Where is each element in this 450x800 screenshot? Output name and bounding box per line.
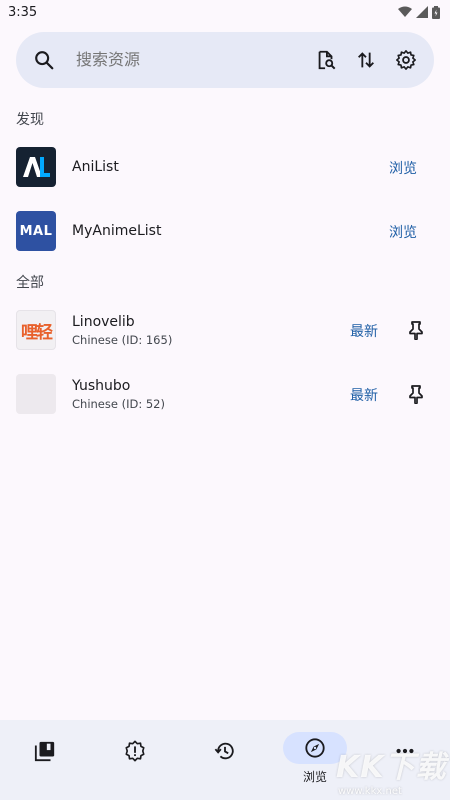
- search-bar[interactable]: [16, 32, 434, 88]
- source-name: Yushubo: [72, 378, 131, 394]
- linovelib-logo-text: 哩轻: [21, 322, 53, 343]
- nav-item-updates[interactable]: [90, 720, 180, 800]
- myanimelist-logo-text: MAL: [19, 223, 53, 239]
- pin-icon[interactable]: [400, 314, 432, 346]
- status-icons: [398, 5, 440, 19]
- nav-label-browse: 浏览: [302, 770, 327, 784]
- wifi-icon: [398, 6, 412, 17]
- source-item-yushubo[interactable]: Yushubo Chinese (ID: 52) 最新: [0, 362, 450, 426]
- global-search-icon[interactable]: [306, 40, 346, 80]
- nav-active-indicator: [283, 732, 347, 764]
- section-header-discover: 发现: [16, 112, 44, 128]
- source-language-id: Chinese (ID: 52): [72, 397, 165, 411]
- pin-icon[interactable]: [400, 378, 432, 410]
- nav-item-more[interactable]: [360, 720, 450, 800]
- migrate-icon[interactable]: [346, 40, 386, 80]
- myanimelist-logo: MAL: [16, 211, 56, 251]
- discover-item-myanimelist[interactable]: MAL MyAnimeList 浏览: [0, 199, 450, 263]
- more-icon: [396, 748, 414, 754]
- latest-button[interactable]: 最新: [350, 321, 378, 341]
- source-language-id: Chinese (ID: 165): [72, 333, 173, 347]
- nav-item-browse[interactable]: 浏览: [270, 720, 360, 800]
- battery-icon: [432, 5, 440, 19]
- library-icon: [34, 741, 55, 762]
- browse-button[interactable]: 浏览: [389, 222, 417, 242]
- source-item-linovelib[interactable]: 哩轻 Linovelib Chinese (ID: 165) 最新: [0, 298, 450, 362]
- source-name: AniList: [72, 159, 119, 175]
- bottom-nav: 浏览: [0, 720, 450, 800]
- browse-compass-icon: [305, 738, 325, 758]
- yushubo-logo: [16, 374, 56, 414]
- settings-icon[interactable]: [386, 40, 426, 80]
- nav-item-history[interactable]: [180, 720, 270, 800]
- latest-button[interactable]: 最新: [350, 385, 378, 405]
- updates-icon: [125, 740, 145, 762]
- anilist-logo: [16, 147, 56, 187]
- section-header-all: 全部: [16, 275, 44, 291]
- signal-icon: [416, 6, 428, 18]
- status-time: 3:35: [8, 4, 38, 20]
- browse-button[interactable]: 浏览: [389, 158, 417, 178]
- source-name: MyAnimeList: [72, 223, 162, 239]
- discover-item-anilist[interactable]: AniList 浏览: [0, 135, 450, 199]
- linovelib-logo: 哩轻: [16, 310, 56, 350]
- nav-item-library[interactable]: [0, 720, 90, 800]
- search-input[interactable]: [72, 32, 306, 88]
- search-icon[interactable]: [16, 32, 72, 88]
- search-actions: [306, 40, 434, 80]
- history-icon: [214, 742, 234, 760]
- status-bar: 3:35: [0, 0, 450, 24]
- source-name: Linovelib: [72, 314, 135, 330]
